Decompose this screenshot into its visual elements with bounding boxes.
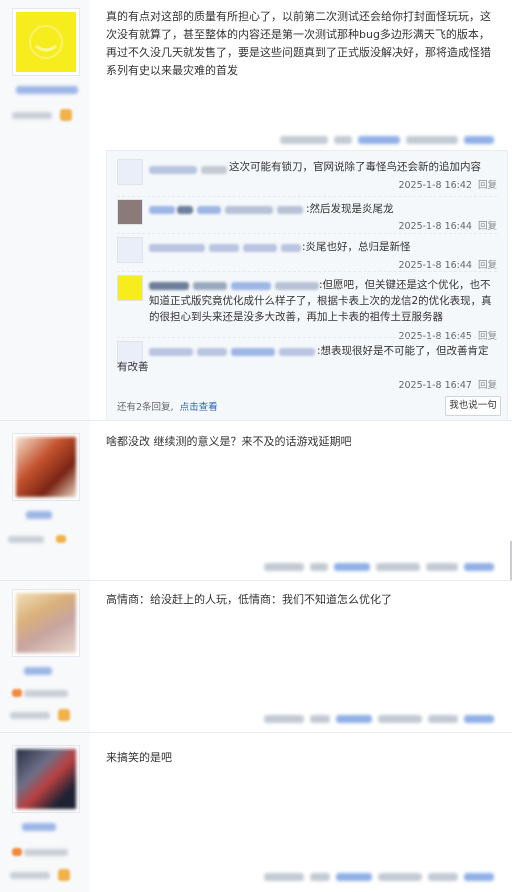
reply-meta: 2025-1-8 16:45 回复 bbox=[398, 328, 497, 342]
reply-item: :但愿吧，但关键还是这个优化，也不知道正式版究竟优化成什么样子了，根据卡表上次的… bbox=[117, 275, 497, 342]
reply-time: 2025-1-8 16:44 bbox=[398, 221, 472, 232]
more-replies-text: 还有2条回复, bbox=[117, 402, 174, 413]
reply-item: :炎尾也好，总归是新怪 2025-1-8 16:44 回复 bbox=[117, 237, 497, 271]
reply-meta: 2025-1-8 16:44 回复 bbox=[398, 218, 497, 232]
avatar[interactable] bbox=[16, 12, 76, 72]
reply-time: 2025-1-8 16:42 bbox=[398, 180, 472, 191]
post-4: 来搞笑的是吧 bbox=[0, 732, 512, 892]
user-level bbox=[24, 849, 68, 856]
reply-meta: 2025-1-8 16:42 回复 bbox=[398, 177, 497, 191]
reply-time: 2025-1-8 16:44 bbox=[398, 260, 472, 271]
post-meta bbox=[274, 134, 494, 146]
reply-text: :想表现很好是不可能了，但改善肯定有改善 bbox=[117, 345, 489, 373]
reply-text: :然后发现是炎尾龙 bbox=[306, 203, 394, 215]
reply-item: :想表现很好是不可能了，但改善肯定有改善 2025-1-8 16:47 回复 bbox=[117, 341, 497, 391]
reply-item: :然后发现是炎尾龙 2025-1-8 16:44 回复 bbox=[117, 199, 497, 232]
post-1: 真的有点对这部的质量有所担心了，以前第二次测试还会给你打封面怪玩玩，这次没有就算… bbox=[0, 0, 512, 421]
post-meta bbox=[258, 713, 494, 725]
view-more-link[interactable]: 点击查看 bbox=[180, 402, 218, 413]
reply-meta: 2025-1-8 16:44 回复 bbox=[398, 257, 497, 271]
reply-link[interactable]: 回复 bbox=[478, 180, 497, 191]
user-level bbox=[12, 112, 52, 119]
level-badge bbox=[60, 109, 72, 121]
post-content: 真的有点对这部的质量有所担心了，以前第二次测试还会给你打封面怪玩玩，这次没有就算… bbox=[106, 10, 491, 77]
post-content: 高情商：给没赶上的人玩，低情商：我们不知道怎么优化了 bbox=[106, 593, 392, 606]
reply-box: 这次可能有锁刀，官网说除了毒怪鸟还会新的追加内容 2025-1-8 16:42 回… bbox=[106, 150, 508, 421]
user-level bbox=[10, 712, 50, 719]
reply-text: 这次可能有锁刀，官网说除了毒怪鸟还会新的追加内容 bbox=[229, 161, 481, 173]
level-badge bbox=[12, 689, 22, 697]
reply-avatar[interactable] bbox=[117, 275, 143, 301]
author-column bbox=[0, 0, 90, 420]
avatar[interactable] bbox=[16, 749, 76, 809]
reply-link[interactable]: 回复 bbox=[478, 221, 497, 232]
post-content: 来搞笑的是吧 bbox=[106, 751, 172, 764]
avatar-frame[interactable] bbox=[12, 8, 80, 76]
reply-meta: 2025-1-8 16:47 回复 bbox=[398, 377, 497, 391]
username[interactable] bbox=[26, 511, 52, 519]
reply-link[interactable]: 回复 bbox=[478, 260, 497, 271]
smiley-face-icon bbox=[29, 25, 63, 59]
username[interactable] bbox=[16, 86, 78, 94]
username[interactable] bbox=[22, 823, 56, 831]
reply-text: :但愿吧，但关键还是这个优化，也不知道正式版究竟优化成什么样子了，根据卡表上次的… bbox=[149, 279, 492, 323]
post-content: 啥都没改 继续测的意义是？来不及的话游戏延期吧 bbox=[106, 435, 352, 448]
avatar-frame[interactable] bbox=[12, 433, 80, 501]
reply-avatar[interactable] bbox=[117, 159, 143, 185]
username[interactable] bbox=[24, 667, 52, 675]
avatar-frame[interactable] bbox=[12, 589, 80, 657]
post-3: 高情商：给没赶上的人玩，低情商：我们不知道怎么优化了 bbox=[0, 580, 512, 732]
level-badge bbox=[56, 535, 66, 543]
reply-link[interactable]: 回复 bbox=[478, 380, 497, 391]
user-level bbox=[8, 536, 44, 543]
say-something-button[interactable]: 我也说一句 bbox=[445, 396, 501, 416]
reply-time: 2025-1-8 16:47 bbox=[398, 380, 472, 391]
post-meta bbox=[258, 561, 494, 573]
avatar[interactable] bbox=[16, 437, 76, 497]
avatar-frame[interactable] bbox=[12, 745, 80, 813]
author-column bbox=[0, 733, 90, 892]
reply-item: 这次可能有锁刀，官网说除了毒怪鸟还会新的追加内容 2025-1-8 16:42 回… bbox=[117, 159, 497, 191]
level-badge bbox=[12, 848, 22, 856]
reply-text: :炎尾也好，总归是新怪 bbox=[302, 241, 411, 253]
author-column bbox=[0, 581, 90, 732]
avatar[interactable] bbox=[16, 593, 76, 653]
reply-avatar[interactable] bbox=[117, 237, 143, 263]
user-level bbox=[10, 872, 50, 879]
user-level bbox=[24, 690, 68, 697]
post-2: 啥都没改 继续测的意义是？来不及的话游戏延期吧 bbox=[0, 420, 512, 581]
level-badge bbox=[58, 709, 70, 721]
level-badge bbox=[58, 869, 70, 881]
reply-avatar[interactable] bbox=[117, 199, 143, 225]
post-meta bbox=[258, 871, 494, 883]
more-replies: 还有2条回复, 点击查看 bbox=[117, 399, 218, 413]
author-column bbox=[0, 421, 90, 580]
